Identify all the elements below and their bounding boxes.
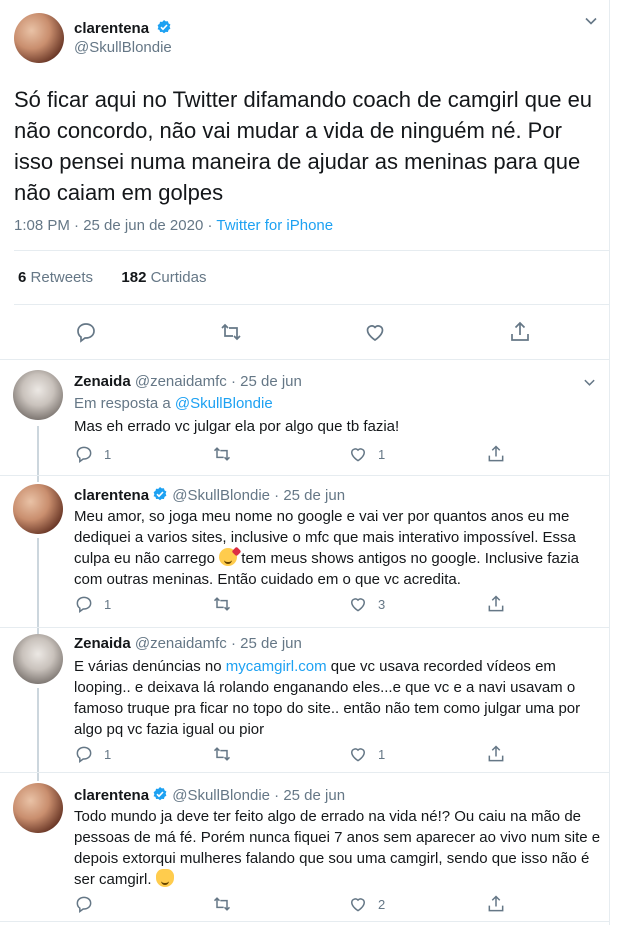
smiling-cat-emoji-icon (155, 869, 174, 887)
reply-text: Meu amor, so joga meu nome no google e v… (74, 506, 602, 590)
thread-line (37, 773, 39, 781)
reply-tweet[interactable]: clarentena @SkullBlondie · 25 de jun Tod… (0, 772, 610, 922)
retweets-label: Retweets (30, 269, 94, 286)
chevron-down-icon[interactable] (583, 376, 596, 389)
avatar[interactable] (13, 370, 63, 420)
author-name[interactable]: clarentena (74, 487, 149, 504)
reply-header: Zenaida @zenaidamfc · 25 de jun (74, 373, 302, 390)
author-name[interactable]: clarentena (74, 787, 149, 804)
verified-badge-icon (153, 787, 167, 801)
reply-text-part: Todo mundo ja deve ter feito algo de err… (74, 808, 601, 888)
reply-icon[interactable] (74, 744, 94, 764)
likes-stat[interactable]: 182 Curtidas (121, 269, 206, 286)
reply-header: clarentena @SkullBlondie · 25 de jun (74, 486, 345, 504)
reply-icon[interactable] (74, 894, 94, 914)
divider (14, 250, 610, 251)
likes-count: 182 (121, 269, 147, 286)
reply-text-part: E várias denúncias no (74, 658, 226, 675)
main-tweet-actions (0, 320, 610, 348)
heart-icon[interactable] (348, 894, 368, 914)
retweets-stat[interactable]: 6 Retweets (18, 269, 93, 286)
avatar[interactable] (13, 783, 63, 833)
reply-header: clarentena @SkullBlondie · 25 de jun (74, 786, 345, 804)
tweet-stats: 6 Retweets 182 Curtidas (18, 269, 206, 286)
retweet-icon[interactable] (212, 894, 232, 914)
like-count: 2 (378, 897, 386, 912)
chevron-down-icon[interactable] (584, 14, 598, 28)
heart-icon[interactable] (348, 594, 368, 614)
in-reply-to: Em resposta a @SkullBlondie (74, 395, 273, 412)
thread-line (37, 476, 39, 482)
share-icon[interactable] (486, 894, 506, 914)
mention-link[interactable]: @SkullBlondie (175, 395, 273, 412)
author-handle[interactable]: @SkullBlondie (74, 39, 172, 56)
verified-badge-icon (157, 20, 171, 34)
author-name[interactable]: Zenaida (74, 635, 131, 652)
author-name[interactable]: Zenaida (74, 373, 131, 390)
like-count: 1 (378, 747, 386, 762)
reply-actions: 1 3 (74, 594, 514, 616)
author-handle-date[interactable]: @SkullBlondie · 25 de jun (172, 487, 345, 504)
share-icon[interactable] (486, 444, 506, 464)
heart-icon[interactable] (363, 320, 387, 344)
author-handle-date[interactable]: @zenaidamfc · 25 de jun (135, 635, 302, 652)
reply-actions: 1 1 (74, 744, 514, 766)
thread-line (37, 538, 39, 628)
thread-line (37, 426, 39, 476)
tweet-timestamp[interactable]: 1:08 PM · 25 de jun de 2020 · (14, 217, 216, 234)
share-icon[interactable] (508, 320, 532, 344)
reply-icon[interactable] (74, 444, 94, 464)
share-icon[interactable] (486, 594, 506, 614)
tweet-meta: 1:08 PM · 25 de jun de 2020 · Twitter fo… (14, 217, 333, 234)
reply-tweet[interactable]: Zenaida @zenaidamfc · 25 de jun E várias… (0, 627, 610, 773)
reply-icon[interactable] (74, 594, 94, 614)
author-handle-date[interactable]: @zenaidamfc · 25 de jun (135, 373, 302, 390)
divider (14, 304, 610, 305)
author-name-text: clarentena (74, 20, 150, 37)
reply-tweet[interactable]: Zenaida @zenaidamfc · 25 de jun Em respo… (0, 359, 610, 476)
heart-icon[interactable] (348, 744, 368, 764)
link[interactable]: mycamgirl.com (226, 658, 327, 675)
reply-count: 1 (104, 747, 112, 762)
verified-badge-icon (153, 487, 167, 501)
author-handle-date[interactable]: @SkullBlondie · 25 de jun (172, 787, 345, 804)
tweet-text: Só ficar aqui no Twitter difamando coach… (14, 87, 593, 205)
thread-line (37, 688, 39, 773)
retweet-icon[interactable] (212, 594, 232, 614)
avatar[interactable] (13, 484, 63, 534)
like-count: 3 (378, 597, 386, 612)
likes-label: Curtidas (150, 269, 207, 286)
like-count: 1 (378, 447, 386, 462)
reply-count: 1 (104, 597, 112, 612)
reply-icon[interactable] (74, 320, 98, 344)
reply-text: Todo mundo ja deve ter feito algo de err… (74, 806, 602, 890)
reply-actions: 1 1 (74, 444, 514, 466)
kissing-face-emoji-icon (219, 546, 242, 566)
reply-count: 1 (104, 447, 112, 462)
author-name[interactable]: clarentena (74, 19, 172, 37)
retweets-count: 6 (18, 269, 27, 286)
reply-header: Zenaida @zenaidamfc · 25 de jun (74, 635, 302, 652)
heart-icon[interactable] (348, 444, 368, 464)
retweet-icon[interactable] (212, 744, 232, 764)
avatar[interactable] (14, 13, 64, 63)
tweet-source[interactable]: Twitter for iPhone (216, 217, 333, 234)
reply-tweet[interactable]: clarentena @SkullBlondie · 25 de jun Meu… (0, 475, 610, 628)
retweet-icon[interactable] (219, 320, 243, 344)
reply-text: Mas eh errado vc julgar ela por algo que… (74, 418, 400, 435)
reply-text: E várias denúncias no mycamgirl.com que … (74, 656, 602, 740)
share-icon[interactable] (486, 744, 506, 764)
retweet-icon[interactable] (212, 444, 232, 464)
in-reply-label: Em resposta a (74, 395, 175, 412)
avatar[interactable] (13, 634, 63, 684)
reply-actions: 2 (74, 894, 514, 916)
